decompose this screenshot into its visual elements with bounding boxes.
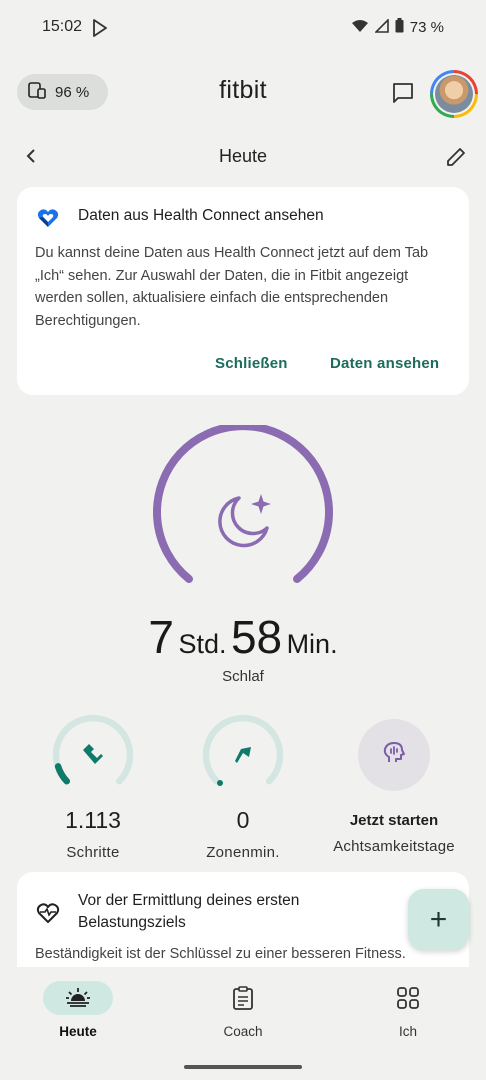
mind-head-icon — [381, 740, 407, 771]
steps-stat[interactable]: 1.113 Schritte — [13, 713, 173, 861]
sleep-ring[interactable] — [143, 422, 343, 625]
nav-label-heute: Heute — [59, 1024, 97, 1039]
sleep-duration: 7 Std. 58 Min. — [0, 610, 486, 664]
grid-icon — [373, 981, 443, 1015]
sleep-hours-unit: Std. — [178, 629, 227, 659]
sunrise-icon — [43, 981, 113, 1015]
shoe-icon — [79, 740, 107, 773]
nav-item-heute[interactable]: Heute — [18, 981, 138, 1039]
mindfulness-button[interactable] — [358, 719, 430, 791]
mindfulness-title: Jetzt starten — [349, 812, 439, 829]
bottom-navigation: Heute Coach Ich — [0, 967, 486, 1080]
zone-arrow-icon — [229, 741, 257, 774]
battery-icon — [395, 18, 404, 37]
load-card-body: Beständigkeit ist der Schlüssel zu einer… — [35, 946, 406, 962]
zone-minutes-label: Zonenmin. — [206, 844, 280, 861]
steps-label: Schritte — [66, 844, 120, 861]
mindfulness-label: Achtsamkeitstage — [333, 838, 455, 855]
steps-ring — [51, 713, 135, 797]
zone-minutes-stat[interactable]: 0 Zonenmin. — [163, 713, 323, 861]
battery-percent: 73 % — [409, 19, 444, 36]
heart-wave-icon — [35, 900, 61, 926]
nav-label-coach: Coach — [223, 1024, 263, 1039]
status-time: 15:02 — [42, 18, 83, 35]
edit-pencil-icon[interactable] — [442, 143, 470, 171]
play-store-icon — [92, 19, 108, 42]
sleep-minutes: 58 — [230, 611, 283, 663]
sleep-label: Schlaf — [222, 668, 264, 685]
mindfulness-stat[interactable]: Jetzt starten Achtsamkeitstage — [314, 713, 474, 855]
nav-item-coach[interactable]: Coach — [183, 981, 303, 1039]
nav-label-ich: Ich — [398, 1024, 417, 1039]
chat-icon[interactable] — [386, 76, 420, 110]
nav-item-ich[interactable]: Ich — [348, 981, 468, 1039]
status-icons: 73 % — [351, 17, 444, 37]
zone-minutes-ring — [201, 713, 285, 797]
card-body: Du kannst deine Daten aus Health Connect… — [35, 245, 429, 329]
health-connect-icon — [35, 205, 61, 231]
view-data-button[interactable]: Daten ansehen — [330, 355, 439, 372]
sleep-minutes-unit: Min. — [286, 629, 338, 659]
add-button[interactable]: + — [408, 889, 469, 950]
signal-icon — [373, 17, 389, 37]
wifi-icon — [351, 19, 369, 37]
page-title: Heute — [218, 146, 268, 166]
load-card-title: Vor der Ermittlung deines ersten Belastu… — [78, 892, 300, 931]
steps-value: 1.113 — [65, 807, 121, 833]
avatar[interactable] — [430, 70, 478, 118]
close-button[interactable]: Schließen — [215, 355, 288, 372]
health-connect-card: Daten aus Health Connect ansehen Du kann… — [17, 187, 469, 395]
sleep-hours: 7 — [148, 611, 174, 663]
home-indicator[interactable] — [184, 1065, 302, 1069]
moon-stars-icon — [213, 490, 275, 557]
clipboard-icon — [208, 981, 278, 1015]
card-title: Daten aus Health Connect ansehen — [78, 207, 324, 224]
zone-minutes-value: 0 — [236, 807, 250, 833]
